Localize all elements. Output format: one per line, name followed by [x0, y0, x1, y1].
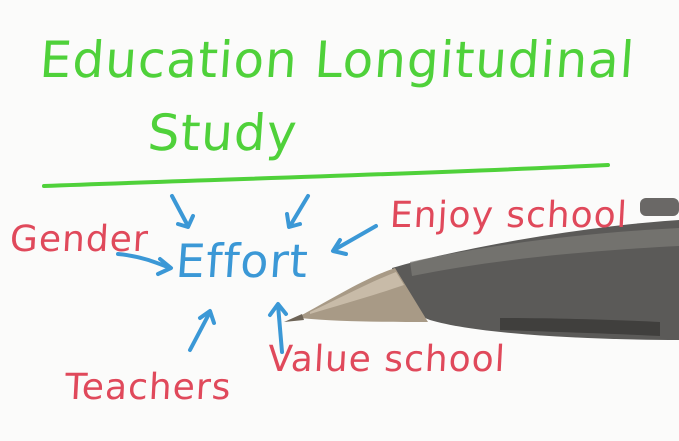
title-underline: [42, 163, 610, 188]
center-effort: Effort: [174, 234, 311, 288]
whiteboard: Education Longitudinal Study Gender Enjo…: [0, 0, 679, 441]
factor-gender: Gender: [8, 219, 150, 260]
factor-value-school: Value school: [266, 339, 507, 380]
arrow-top-right: [285, 194, 310, 229]
arrow-from-enjoy-school: [331, 224, 378, 256]
arrow-top-left: [170, 194, 195, 229]
factor-teachers: Teachers: [63, 367, 233, 408]
arrow-from-teachers: [188, 309, 216, 352]
factor-enjoy-school: Enjoy school: [388, 195, 629, 236]
